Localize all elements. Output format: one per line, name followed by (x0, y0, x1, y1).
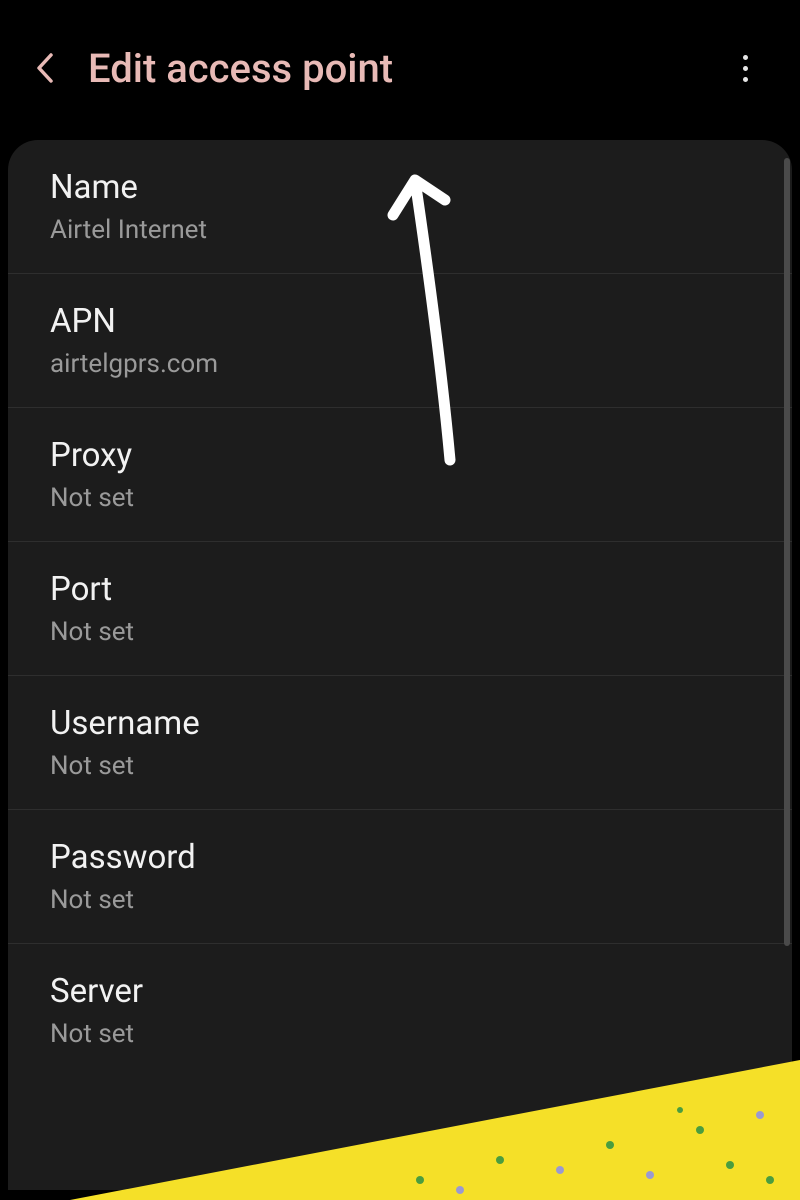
field-label: Port (50, 570, 750, 609)
field-name[interactable]: Name Airtel Internet (8, 140, 792, 274)
page-title: Edit access point (88, 45, 730, 92)
field-label: Proxy (50, 436, 750, 475)
settings-list: Name Airtel Internet APN airtelgprs.com … (8, 140, 792, 1190)
field-server[interactable]: Server Not set (8, 944, 792, 1077)
settings-panel: Name Airtel Internet APN airtelgprs.com … (8, 140, 792, 1190)
field-label: Username (50, 704, 750, 743)
field-username[interactable]: Username Not set (8, 676, 792, 810)
field-value: Airtel Internet (50, 215, 750, 245)
chevron-left-icon (35, 51, 55, 85)
field-apn[interactable]: APN airtelgprs.com (8, 274, 792, 408)
more-vertical-icon (743, 55, 748, 60)
field-label: APN (50, 302, 750, 341)
field-label: Name (50, 168, 750, 207)
field-value: Not set (50, 885, 750, 915)
field-value: Not set (50, 617, 750, 647)
app-header: Edit access point (0, 0, 800, 140)
field-value: Not set (50, 1019, 750, 1049)
field-password[interactable]: Password Not set (8, 810, 792, 944)
field-value: Not set (50, 483, 750, 513)
back-button[interactable] (30, 53, 60, 83)
scrollbar[interactable] (784, 158, 790, 946)
field-value: Not set (50, 751, 750, 781)
more-options-button[interactable] (730, 48, 760, 88)
field-port[interactable]: Port Not set (8, 542, 792, 676)
field-proxy[interactable]: Proxy Not set (8, 408, 792, 542)
field-label: Password (50, 838, 750, 877)
field-value: airtelgprs.com (50, 349, 750, 379)
field-label: Server (50, 972, 750, 1011)
